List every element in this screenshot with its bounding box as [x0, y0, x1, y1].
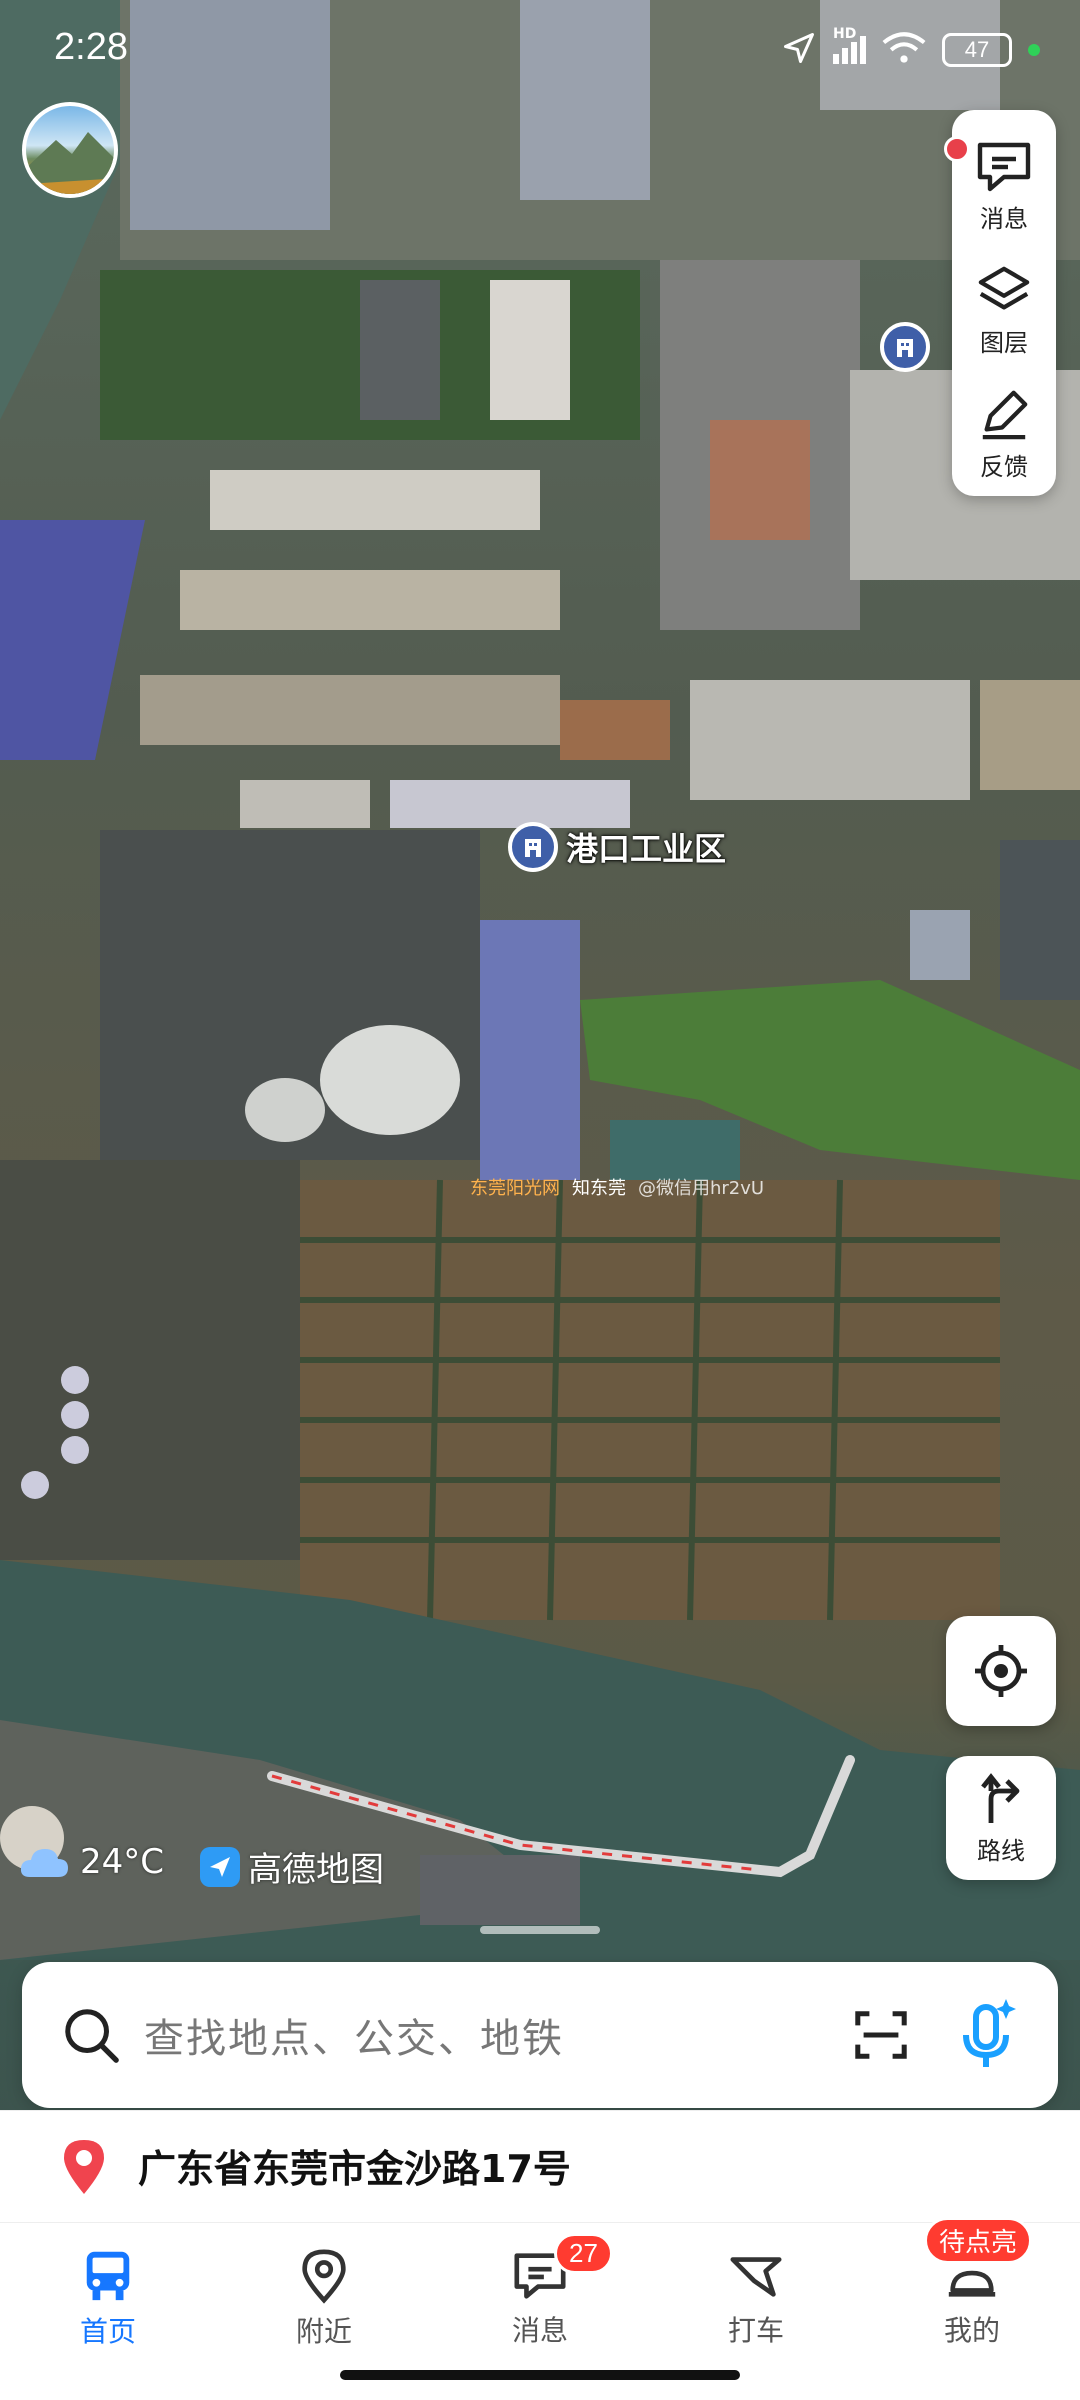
cloud-icon: [20, 1849, 68, 1877]
building-icon: [508, 822, 558, 872]
messages-count-badge: 27: [554, 2233, 613, 2274]
feedback-button[interactable]: 反馈: [952, 372, 1056, 496]
watermark-site: 东莞阳光网: [470, 1178, 560, 1199]
tab-nearby[interactable]: 附近: [216, 2223, 432, 2372]
voice-mic-icon[interactable]: [958, 1999, 1018, 2071]
edit-pencil-icon: [982, 390, 1028, 439]
tab-nearby-label: 附近: [295, 2314, 352, 2348]
wifi-icon: [882, 31, 926, 69]
crosshair-icon: [975, 1645, 1027, 1697]
location-arrow-icon: [781, 30, 817, 70]
bottom-sheet: 广东省东莞市金沙路17号 首页 附近 消息 27 打车 我的 待点亮: [0, 2110, 1080, 2400]
building-icon: [880, 322, 930, 372]
bus-icon: [86, 2251, 130, 2300]
search-placeholder[interactable]: 查找地点、公交、地铁: [144, 2006, 852, 2064]
amap-logo-icon: [200, 1846, 240, 1887]
sheet-drag-handle[interactable]: [480, 1926, 600, 1934]
current-address: 广东省东莞市金沙路17号: [138, 2147, 571, 2191]
poi-label-main: 港口工业区: [566, 830, 727, 868]
feedback-label: 反馈: [980, 452, 1028, 481]
status-icons: HD 47: [781, 26, 1040, 70]
layers-icon: [978, 266, 1030, 309]
route-label: 路线: [977, 1836, 1025, 1865]
tab-home[interactable]: 首页: [0, 2223, 216, 2372]
watermark-wechat: @微信用hr2vU: [638, 1178, 765, 1199]
poi-dot-top-right[interactable]: [944, 136, 970, 162]
brand-name: 高德地图: [248, 1850, 384, 1890]
tab-taxi[interactable]: 打车: [648, 2223, 864, 2372]
poi-marker-main[interactable]: 港口工业区: [508, 822, 726, 872]
watermark-app: 知东莞: [572, 1178, 626, 1199]
tab-profile-label: 我的: [943, 2313, 1000, 2347]
tab-messages-label: 消息: [511, 2313, 568, 2347]
current-address-row[interactable]: 广东省东莞市金沙路17号: [0, 2110, 1080, 2220]
bottom-tab-bar: 首页 附近 消息 27 打车 我的 待点亮: [0, 2217, 1080, 2372]
map-watermark: 东莞阳光网 知东莞 @微信用hr2vU: [470, 1174, 764, 1200]
messages-label: 消息: [980, 204, 1028, 233]
user-avatar[interactable]: [22, 102, 118, 198]
status-time: 2:28: [54, 26, 128, 68]
tab-taxi-label: 打车: [727, 2313, 784, 2347]
network-label: HD: [833, 26, 857, 42]
map-pin-icon: [302, 2248, 346, 2304]
my-location-button[interactable]: [946, 1616, 1056, 1726]
battery-indicator: 47: [942, 33, 1012, 67]
map-tools-panel: 消息 图层 反馈: [952, 110, 1056, 496]
profile-badge: 待点亮: [924, 2217, 1033, 2264]
message-icon: [977, 142, 1031, 191]
weather-widget[interactable]: 24°C: [18, 1842, 164, 1882]
scan-icon[interactable]: [852, 2006, 910, 2064]
layers-label: 图层: [980, 328, 1028, 357]
battery-level: 47: [964, 37, 990, 62]
search-bar[interactable]: 查找地点、公交、地铁: [22, 1962, 1058, 2108]
route-button[interactable]: 路线: [946, 1756, 1056, 1880]
layers-button[interactable]: 图层: [952, 248, 1056, 372]
location-pin-icon: [64, 2139, 104, 2194]
taxi-flag-icon: [730, 2256, 782, 2297]
tab-messages[interactable]: 消息 27: [432, 2223, 648, 2372]
status-bar: 2:28 HD 47: [0, 0, 1080, 100]
temperature: 24°C: [80, 1842, 165, 1882]
home-indicator[interactable]: [340, 2370, 740, 2380]
poi-marker-top-right[interactable]: [880, 322, 930, 372]
tab-home-label: 首页: [79, 2314, 136, 2348]
route-turn-icon: [981, 1772, 1020, 1823]
charging-dot-icon: [1028, 44, 1040, 56]
tab-profile[interactable]: 我的 待点亮: [864, 2217, 1080, 2372]
signal-icon: HD: [833, 26, 866, 64]
search-icon: [65, 2009, 119, 2063]
amap-brand: 高德地图: [200, 1842, 384, 1891]
